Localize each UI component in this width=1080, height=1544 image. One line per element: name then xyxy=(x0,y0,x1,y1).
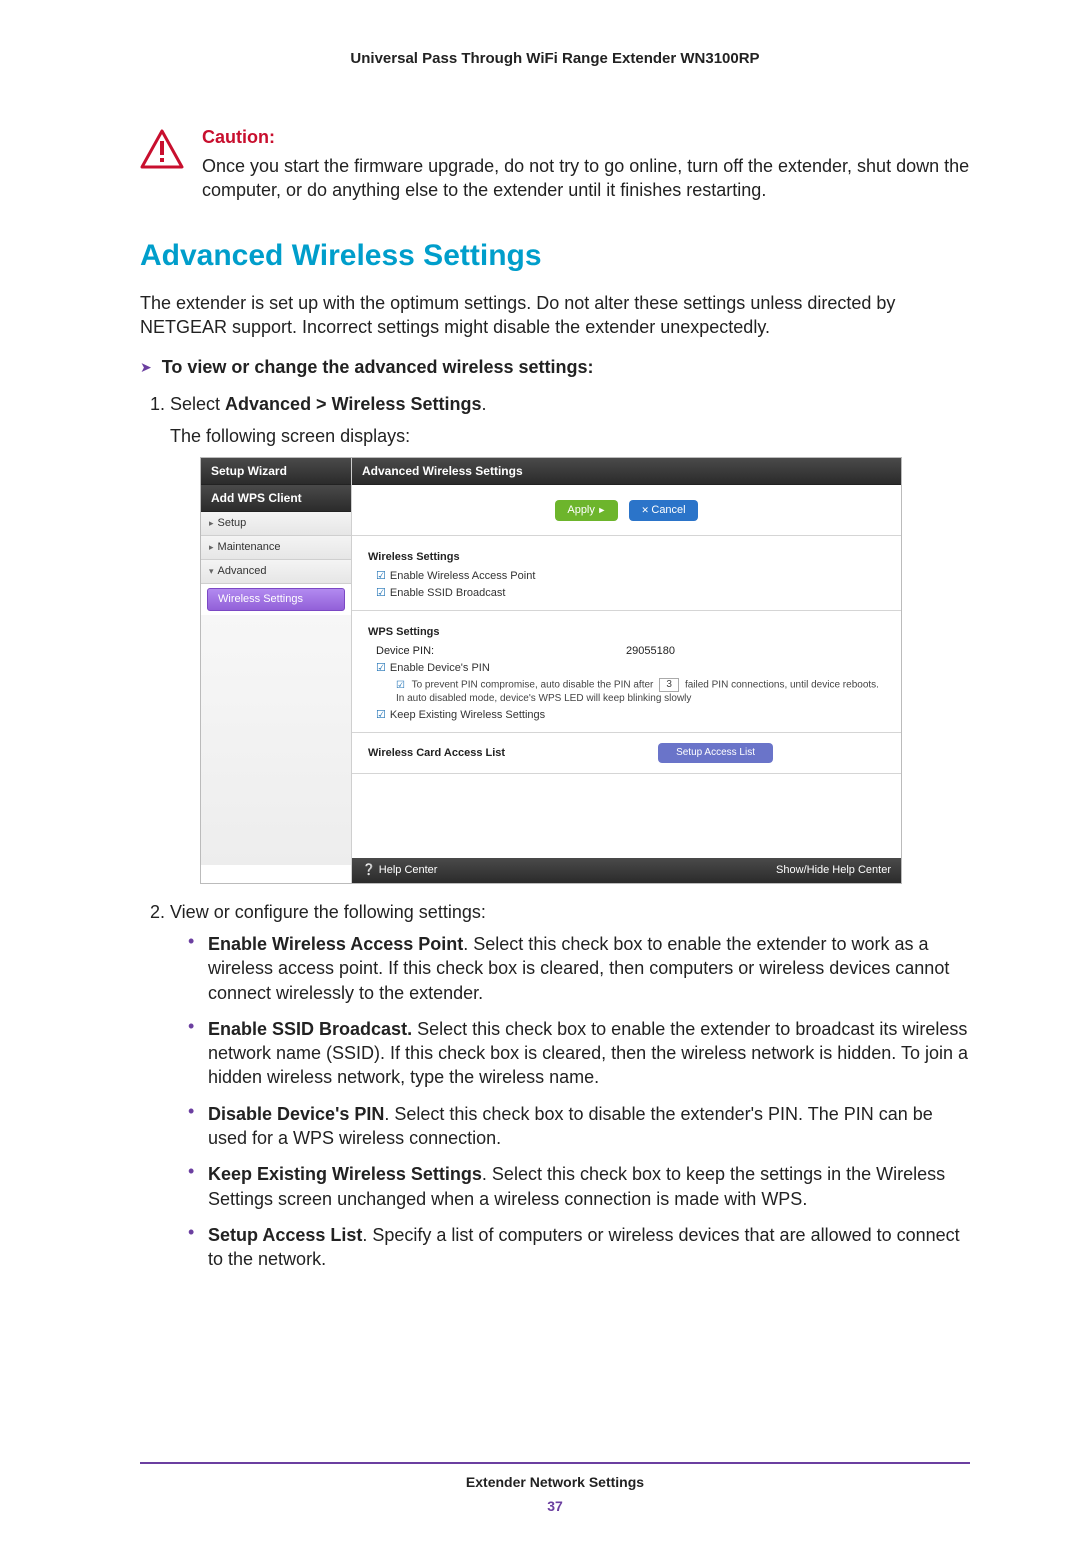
caution-label: Caution: xyxy=(202,127,970,148)
fail-count-input[interactable]: 3 xyxy=(659,678,679,692)
chk-enable-ap[interactable]: Enable Wireless Access Point xyxy=(376,569,885,584)
step1-prefix: Select xyxy=(170,394,225,414)
b4-title: Setup Access List xyxy=(208,1225,362,1245)
apply-button[interactable]: Apply xyxy=(555,500,618,521)
warning-triangle-icon xyxy=(140,129,184,174)
b3-title: Keep Existing Wireless Settings xyxy=(208,1164,482,1184)
wps-note1a: To prevent PIN compromise, auto disable … xyxy=(412,680,654,691)
b2-title: Disable Device's PIN xyxy=(208,1104,384,1124)
pin-value: 29055180 xyxy=(626,644,675,659)
chevron-right-icon: ➤ xyxy=(140,359,152,376)
step1-follow: The following screen displays: xyxy=(170,424,970,448)
footer-title: Extender Network Settings xyxy=(140,1474,970,1490)
panel-title: Advanced Wireless Settings xyxy=(352,458,901,485)
section-title: Advanced Wireless Settings xyxy=(140,239,970,273)
doc-header: Universal Pass Through WiFi Range Extend… xyxy=(140,50,970,67)
page-footer: Extender Network Settings 37 xyxy=(140,1462,970,1514)
pin-label: Device PIN: xyxy=(376,644,626,659)
step2-text: View or configure the following settings… xyxy=(170,902,486,922)
chk-enable-pin[interactable]: Enable Device's PIN xyxy=(376,661,885,676)
bullet-disable-pin: Disable Device's PIN. Select this check … xyxy=(188,1102,970,1151)
wps-settings-title: WPS Settings xyxy=(368,625,885,640)
wireless-settings-title: Wireless Settings xyxy=(368,550,885,565)
step-1: Select Advanced > Wireless Settings. The… xyxy=(170,392,970,884)
bullet-access-list: Setup Access List. Specify a list of com… xyxy=(188,1223,970,1272)
procedure-lead: ➤ To view or change the advanced wireles… xyxy=(140,357,970,378)
intro-text: The extender is set up with the optimum … xyxy=(140,291,970,340)
step1-suffix: . xyxy=(481,394,486,414)
access-list-label: Wireless Card Access List xyxy=(368,746,505,761)
setup-access-list-button[interactable]: Setup Access List xyxy=(658,743,773,763)
b0-title: Enable Wireless Access Point xyxy=(208,934,463,954)
nav-maintenance[interactable]: Maintenance xyxy=(201,536,351,560)
nav-advanced[interactable]: Advanced xyxy=(201,560,351,584)
caution-text: Once you start the firmware upgrade, do … xyxy=(202,154,970,203)
cancel-button[interactable]: Cancel xyxy=(629,500,697,521)
nav-setup[interactable]: Setup xyxy=(201,512,351,536)
wps-note2: In auto disabled mode, device's WPS LED … xyxy=(396,692,885,706)
step-2: View or configure the following settings… xyxy=(170,900,970,1272)
nav-add-wps[interactable]: Add WPS Client xyxy=(201,485,351,512)
checkbox-icon[interactable]: ☑ xyxy=(396,680,405,691)
toggle-help-center[interactable]: Show/Hide Help Center xyxy=(776,863,891,878)
bullet-enable-ssid: Enable SSID Broadcast. Select this check… xyxy=(188,1017,970,1090)
procedure-lead-text: To view or change the advanced wireless … xyxy=(162,357,594,378)
nav-setup-wizard[interactable]: Setup Wizard xyxy=(201,458,351,485)
b1-title: Enable SSID Broadcast. xyxy=(208,1019,412,1039)
chk-enable-ssid[interactable]: Enable SSID Broadcast xyxy=(376,586,885,601)
caution-block: Caution: Once you start the firmware upg… xyxy=(140,127,970,203)
bullet-keep-settings: Keep Existing Wireless Settings. Select … xyxy=(188,1162,970,1211)
chk-keep-settings[interactable]: Keep Existing Wireless Settings xyxy=(376,708,885,723)
embedded-screenshot: Setup Wizard Add WPS Client Setup Mainte… xyxy=(200,457,902,884)
help-center-label[interactable]: Help Center xyxy=(362,863,437,878)
nav-wireless-settings[interactable]: Wireless Settings xyxy=(207,588,345,611)
footer-page-number: 37 xyxy=(140,1498,970,1514)
bullet-enable-ap: Enable Wireless Access Point. Select thi… xyxy=(188,932,970,1005)
wps-note1b: failed PIN connections, until device reb… xyxy=(685,680,879,691)
step1-bold: Advanced > Wireless Settings xyxy=(225,394,481,414)
